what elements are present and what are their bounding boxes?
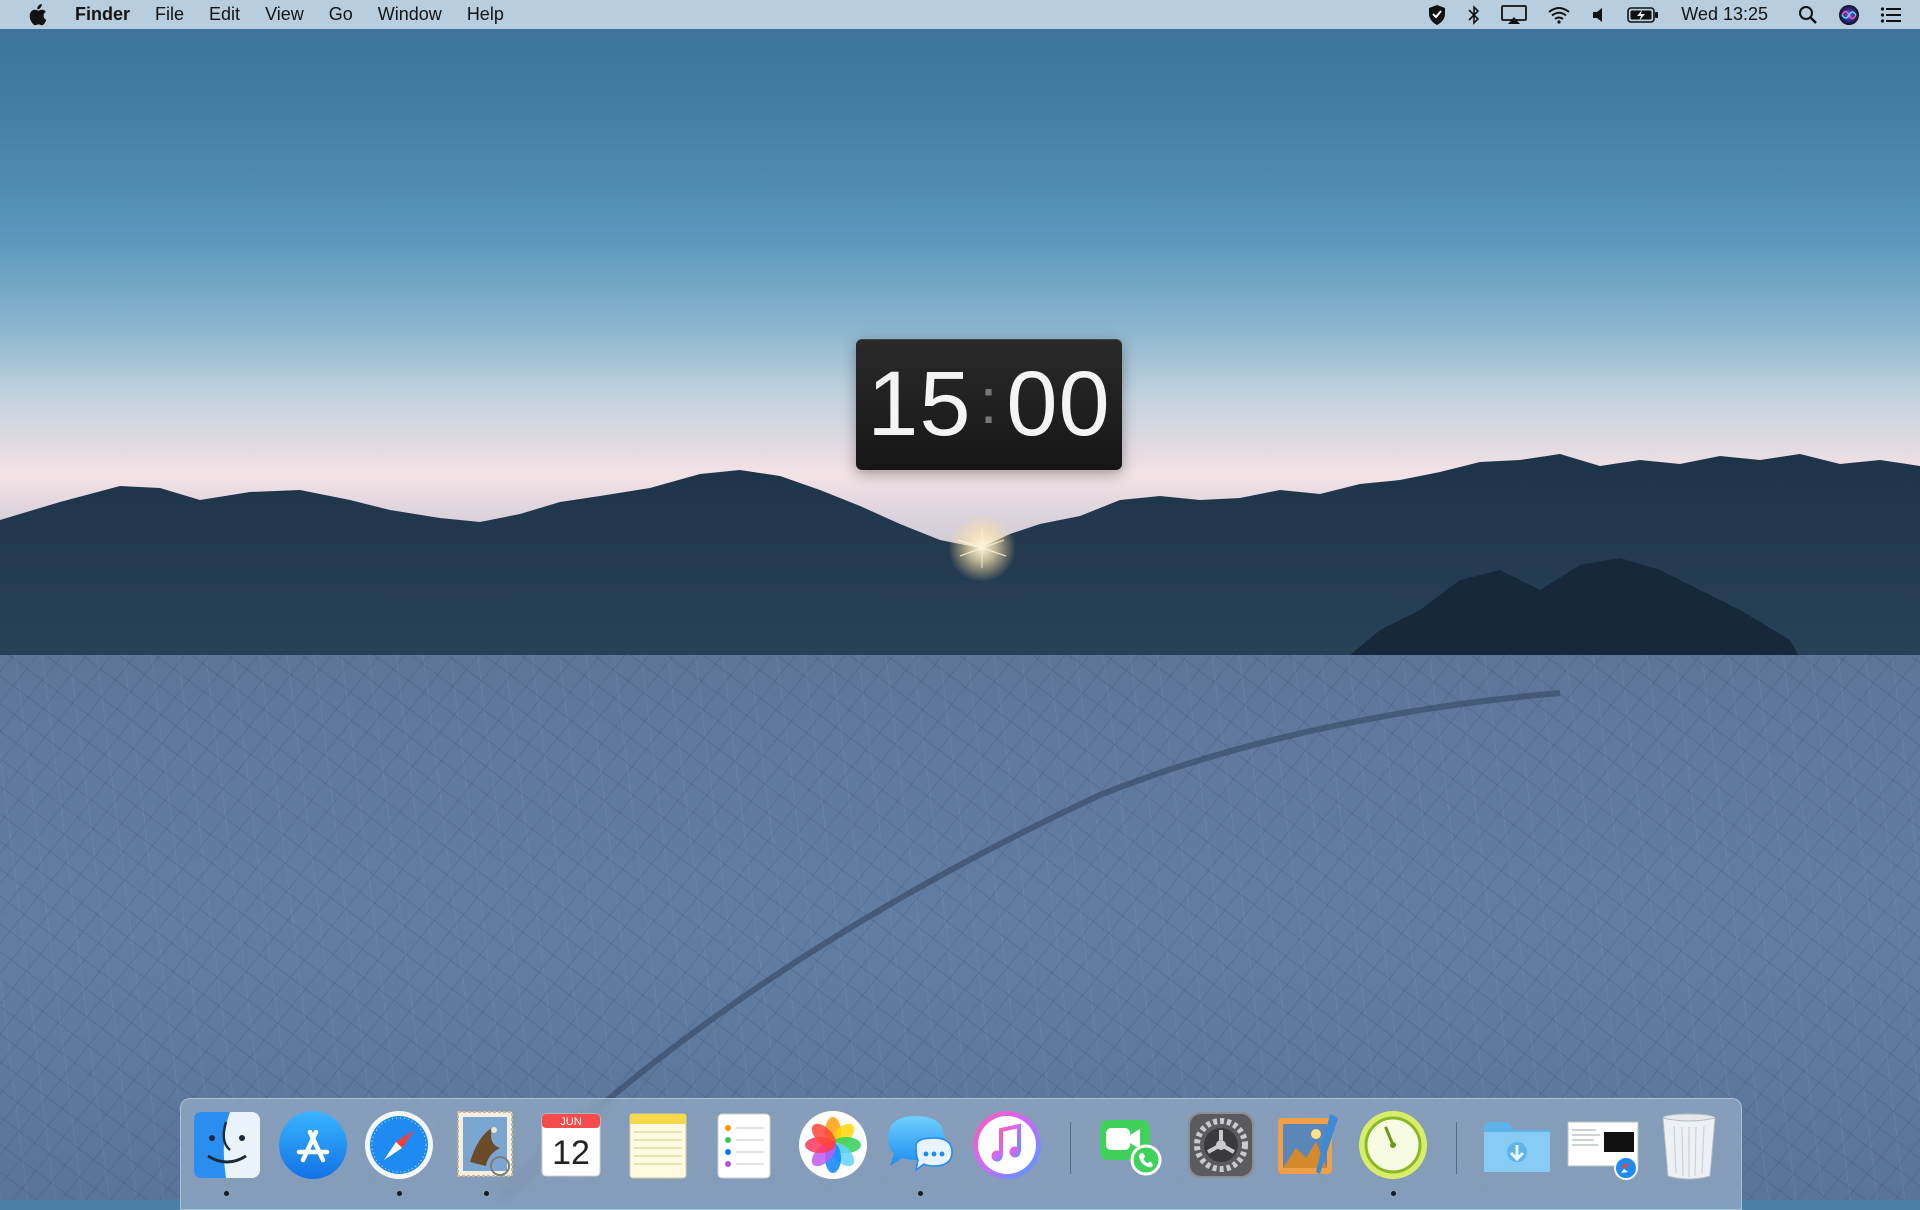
dock-separator-stacks bbox=[1456, 1122, 1457, 1174]
spotlight-search-icon[interactable] bbox=[1798, 0, 1818, 29]
finder-running-indicator bbox=[224, 1191, 229, 1196]
mail-running-indicator bbox=[484, 1191, 489, 1196]
menu-bar-clock[interactable]: Wed 13:25 bbox=[1681, 0, 1768, 29]
apple-menu-icon[interactable] bbox=[27, 3, 49, 26]
timer-app-icon bbox=[1359, 1111, 1427, 1179]
calendar-day: 12 bbox=[552, 1134, 590, 1172]
finder-icon bbox=[194, 1112, 260, 1178]
messages-icon bbox=[888, 1116, 953, 1172]
timer-app-running-indicator bbox=[1391, 1191, 1396, 1196]
dock-photos[interactable] bbox=[796, 1108, 870, 1182]
calendar-icon: JUN 12 bbox=[541, 1113, 601, 1177]
safari-document-icon bbox=[1567, 1121, 1639, 1180]
volume-icon[interactable] bbox=[1591, 0, 1607, 29]
timer-hours: 15 bbox=[867, 353, 972, 455]
wallpaper-mountains bbox=[0, 454, 1920, 670]
dock-system-preferences[interactable] bbox=[1184, 1108, 1258, 1182]
safari-running-indicator bbox=[397, 1191, 402, 1196]
battery-charging-icon[interactable] bbox=[1627, 0, 1659, 29]
dock-mail[interactable] bbox=[448, 1108, 522, 1182]
dock-reminders[interactable] bbox=[706, 1108, 780, 1182]
menu-file[interactable]: File bbox=[155, 0, 184, 29]
menu-edit[interactable]: Edit bbox=[209, 0, 240, 29]
vpn-shield-icon[interactable] bbox=[1427, 0, 1447, 29]
dock-itunes[interactable] bbox=[970, 1108, 1044, 1182]
desktop-wallpaper bbox=[0, 0, 1920, 1200]
dock-finder[interactable] bbox=[190, 1108, 264, 1182]
menu-go[interactable]: Go bbox=[329, 0, 353, 29]
safari-icon bbox=[365, 1111, 433, 1179]
menu-app-finder[interactable]: Finder bbox=[75, 0, 130, 29]
menu-window[interactable]: Window bbox=[378, 0, 442, 29]
timer-separator: : bbox=[979, 364, 999, 437]
dock-app-store[interactable] bbox=[276, 1108, 350, 1182]
system-preferences-icon bbox=[1188, 1112, 1254, 1178]
notes-icon bbox=[629, 1113, 687, 1179]
notification-center-icon[interactable] bbox=[1880, 0, 1902, 29]
dock-downloads[interactable] bbox=[1480, 1108, 1554, 1182]
menu-help[interactable]: Help bbox=[467, 0, 504, 29]
dock-preview[interactable] bbox=[1272, 1108, 1346, 1182]
facetime-icon bbox=[1100, 1120, 1162, 1176]
airplay-icon[interactable] bbox=[1501, 0, 1528, 29]
dock-notes[interactable] bbox=[620, 1108, 694, 1182]
siri-icon[interactable] bbox=[1838, 0, 1860, 29]
menu-bar-status: Wed 13:25 bbox=[1407, 0, 1920, 29]
menu-view[interactable]: View bbox=[265, 0, 304, 29]
downloads-folder-icon bbox=[1484, 1122, 1550, 1172]
mail-icon bbox=[457, 1111, 513, 1177]
trash-icon bbox=[1662, 1113, 1716, 1180]
dock-facetime[interactable] bbox=[1094, 1108, 1168, 1182]
itunes-icon bbox=[973, 1111, 1041, 1179]
wifi-icon[interactable] bbox=[1547, 0, 1571, 29]
menu-bar: Finder File Edit View Go Window Help Wed… bbox=[0, 0, 1920, 29]
dock-calendar[interactable]: JUN 12 bbox=[534, 1108, 608, 1182]
photos-icon bbox=[799, 1111, 867, 1179]
dock-timer-app[interactable] bbox=[1356, 1108, 1430, 1182]
bluetooth-icon[interactable] bbox=[1467, 0, 1481, 29]
dock-trash[interactable] bbox=[1652, 1108, 1726, 1182]
reminders-icon bbox=[717, 1113, 771, 1179]
menu-bar-left: Finder File Edit View Go Window Help bbox=[0, 0, 529, 29]
timer-widget[interactable]: 15 : 00 bbox=[856, 339, 1122, 470]
dock-messages[interactable] bbox=[882, 1108, 956, 1182]
calendar-month: JUN bbox=[560, 1116, 581, 1128]
app-store-icon bbox=[279, 1111, 347, 1179]
timer-minutes: 00 bbox=[1006, 353, 1111, 455]
dock-separator bbox=[1070, 1122, 1071, 1174]
preview-icon bbox=[1278, 1114, 1338, 1174]
dock-safari[interactable] bbox=[362, 1108, 436, 1182]
messages-running-indicator bbox=[918, 1191, 923, 1196]
dock-safari-document[interactable] bbox=[1566, 1108, 1640, 1182]
